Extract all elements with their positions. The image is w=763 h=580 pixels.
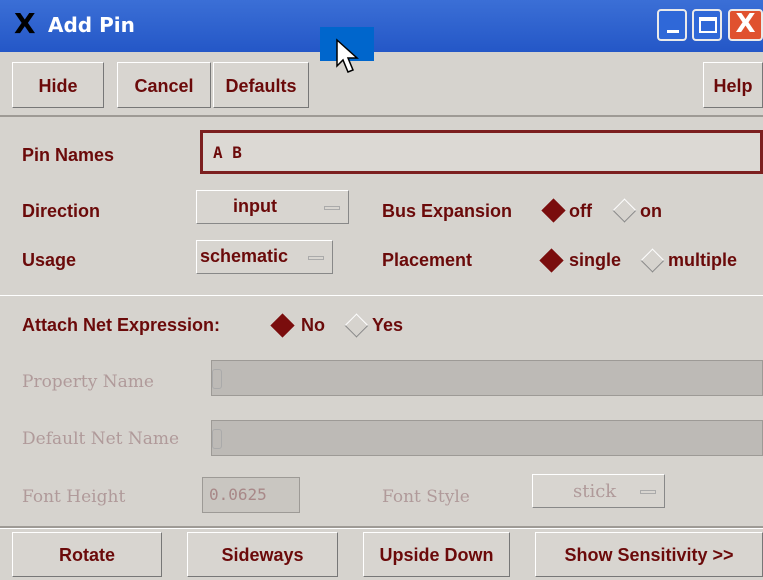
close-icon: X [735,9,756,39]
dropdown-indicator-icon [640,490,656,494]
minimize-button[interactable] [657,9,687,41]
default-net-name-input [211,420,763,456]
pin-names-value: A B [213,143,242,162]
bus-off-radio[interactable] [541,198,566,223]
minimize-icon [667,30,679,33]
attach-no-label: No [301,315,325,335]
upside-down-button[interactable]: Upside Down [363,532,510,577]
pin-names-input[interactable]: A B [200,130,763,174]
radio-diamond-icon [344,313,369,338]
font-style-value: stick [573,481,617,502]
direction-label: Direction [22,201,101,221]
help-button[interactable]: Help [703,62,763,108]
usage-dropdown[interactable]: schematic [196,240,333,274]
placement-single-label: single [569,250,622,270]
text-cursor-icon [212,369,222,389]
attach-yes-radio[interactable] [344,313,369,338]
font-style-dropdown: stick [532,474,665,508]
radio-diamond-icon [270,313,295,338]
placement-multiple-radio[interactable] [640,248,665,273]
bus-expansion-label: Bus Expansion [382,201,513,221]
mouse-pointer-icon [336,38,359,73]
font-height-value: 0.0625 [209,485,267,504]
radio-diamond-icon [640,248,665,273]
maximize-button[interactable] [692,9,722,41]
show-sensitivity-button[interactable]: Show Sensitivity >> [535,532,763,577]
x-logo-icon: X [14,7,36,40]
radio-diamond-icon [612,198,637,223]
placement-single-radio[interactable] [539,248,564,273]
window-titlebar[interactable]: X Add Pin X [0,0,763,52]
bus-off-label: off [569,201,592,221]
dropdown-indicator-icon [324,206,340,210]
font-height-label: Font Height [22,487,126,507]
dropdown-indicator-icon [308,256,324,260]
hide-button[interactable]: Hide [12,62,104,108]
font-height-input: 0.0625 [202,477,300,513]
bottom-separator [0,526,763,529]
defaults-button[interactable]: Defaults [213,62,309,108]
placement-multiple-label: multiple [668,250,738,270]
usage-label: Usage [22,250,77,270]
sideways-button[interactable]: Sideways [187,532,338,577]
cancel-button[interactable]: Cancel [117,62,211,108]
bus-on-label: on [640,201,662,221]
direction-value: input [233,196,277,216]
radio-diamond-icon [541,198,566,223]
attach-net-expression-label: Attach Net Expression: [22,315,221,335]
property-name-input [211,360,763,396]
attach-no-radio[interactable] [270,313,295,338]
maximize-icon [699,17,717,33]
rotate-button[interactable]: Rotate [12,532,162,577]
direction-dropdown[interactable]: input [196,190,349,224]
font-style-label: Font Style [382,487,470,507]
placement-label: Placement [382,250,473,270]
default-net-name-label: Default Net Name [22,429,180,449]
bus-on-radio[interactable] [612,198,637,223]
attach-yes-label: Yes [372,315,404,335]
usage-value: schematic [200,246,289,266]
pin-names-label: Pin Names [22,145,115,165]
radio-diamond-icon [539,248,564,273]
property-name-label: Property Name [22,372,154,392]
text-cursor-icon [212,429,222,449]
close-button[interactable]: X [728,9,763,41]
window-title: Add Pin [48,13,135,37]
